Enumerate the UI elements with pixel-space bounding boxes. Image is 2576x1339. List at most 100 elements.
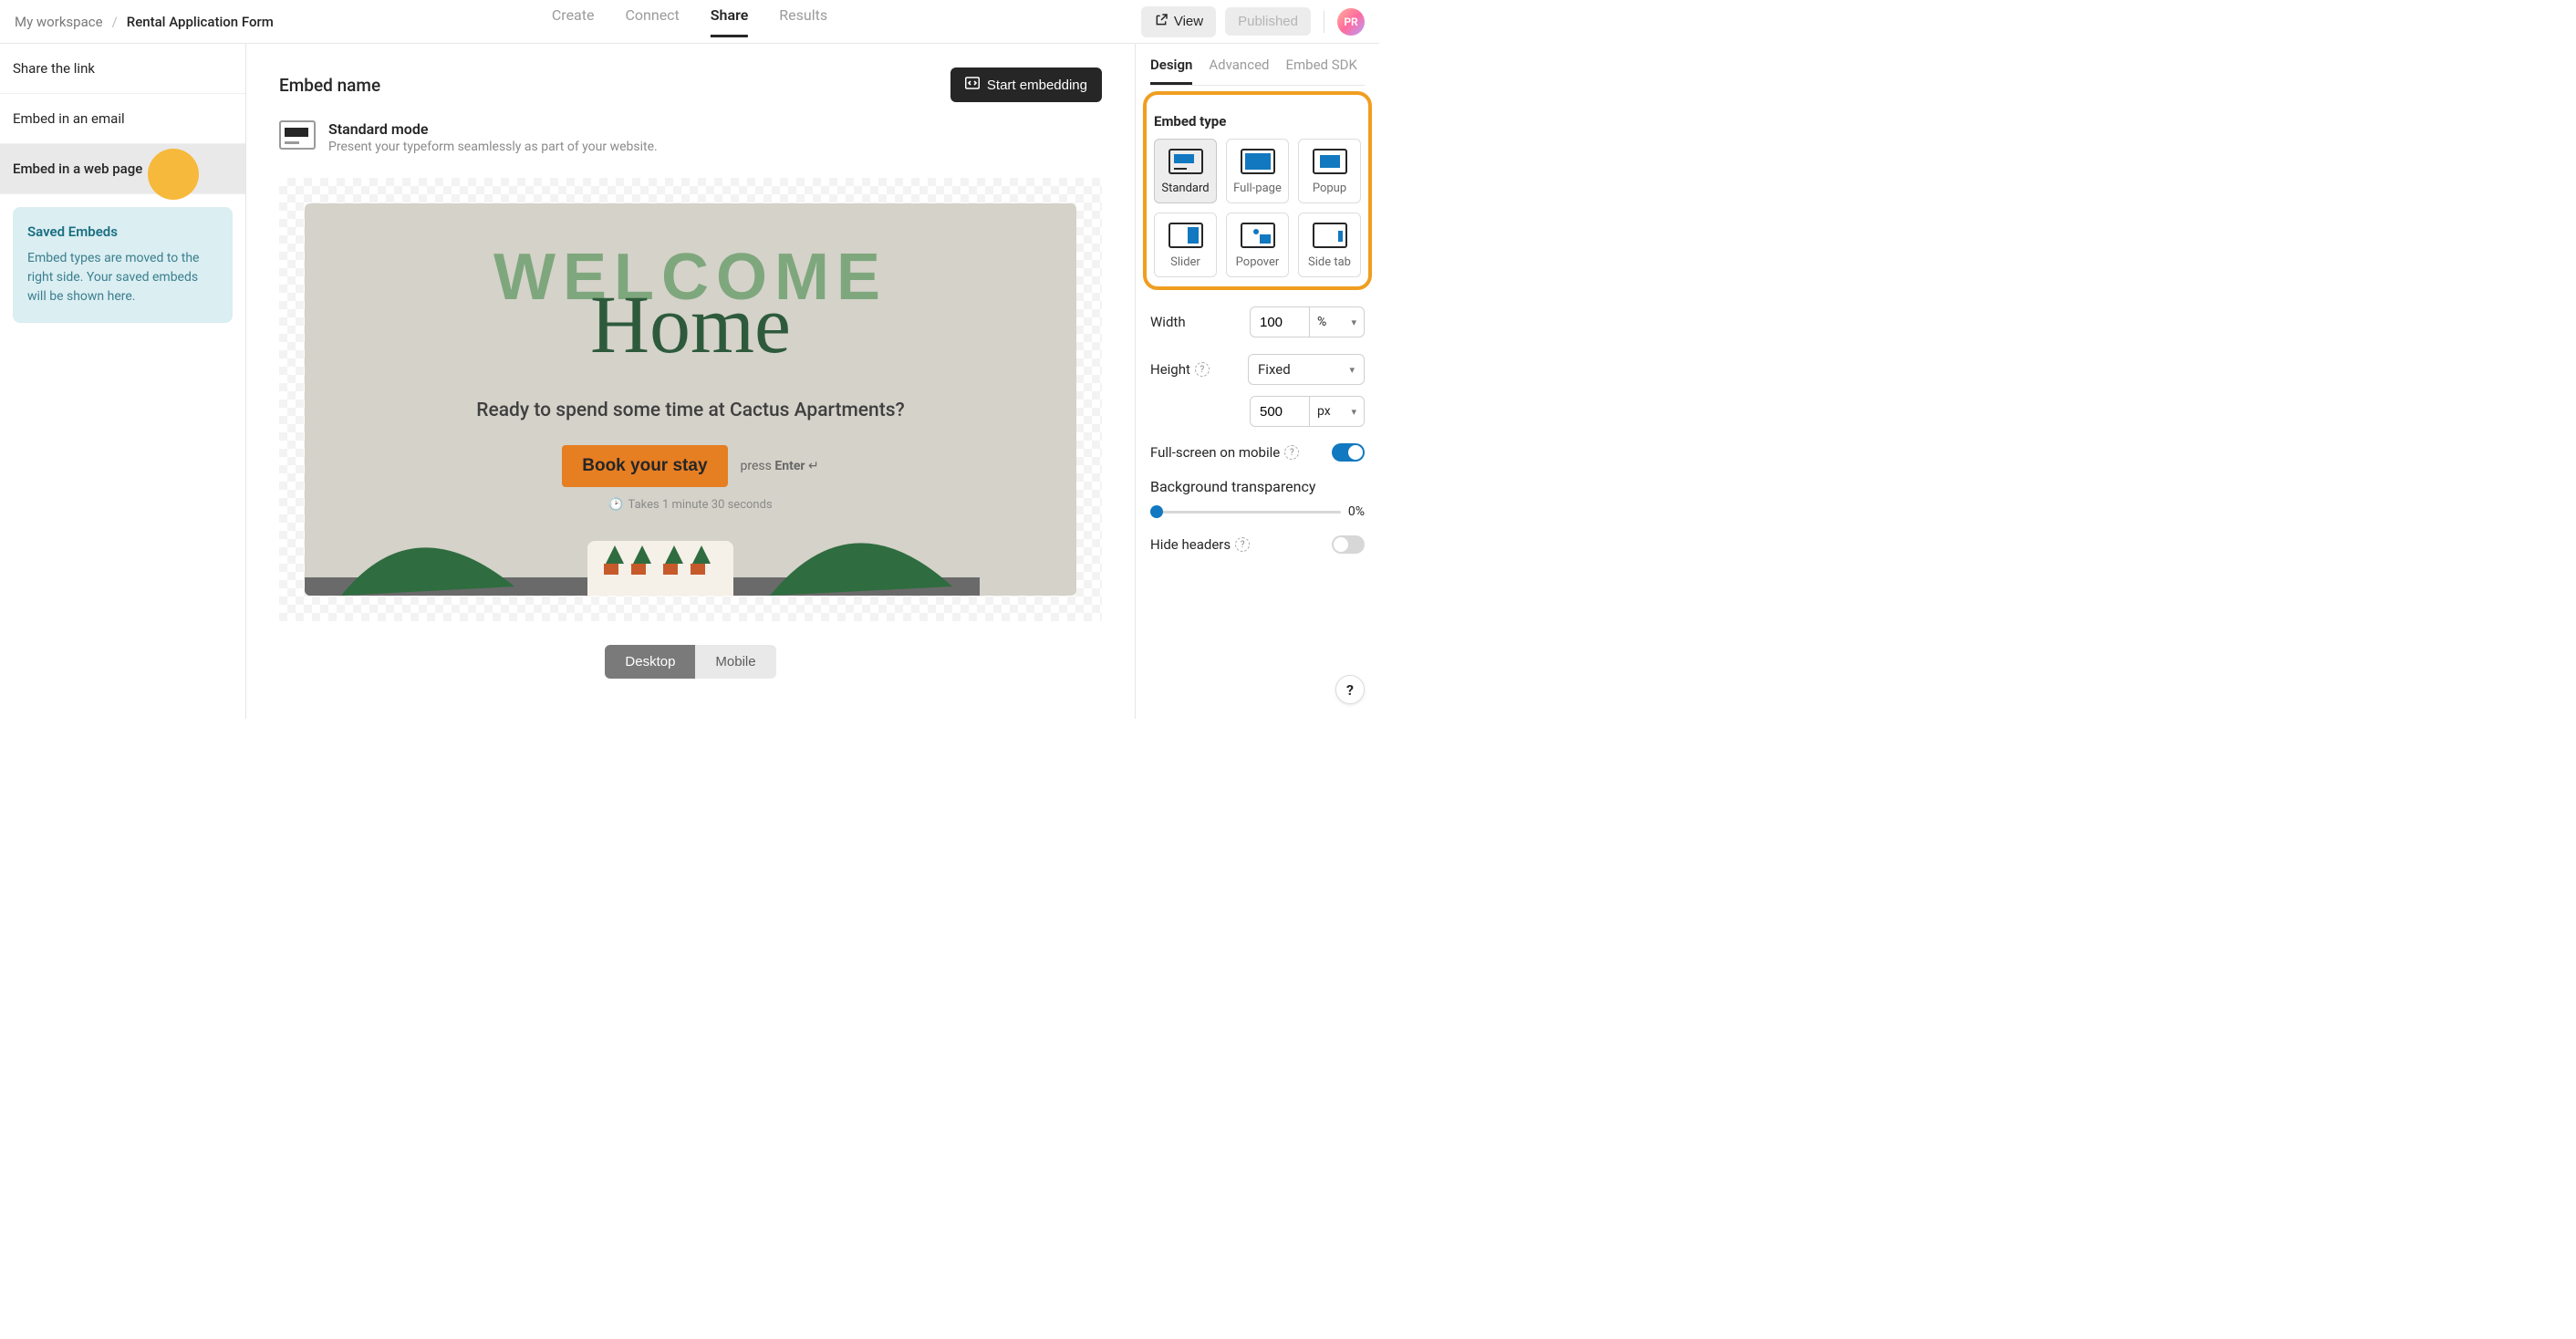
embed-name-heading: Embed name	[279, 75, 380, 96]
standard-mode-icon	[279, 120, 316, 150]
embed-type-standard[interactable]: Standard	[1154, 139, 1217, 203]
fullpage-embed-icon	[1241, 149, 1275, 174]
width-label: Width	[1150, 314, 1186, 330]
press-enter-hint: press Enter ↵	[741, 459, 819, 473]
avatar[interactable]: PR	[1337, 8, 1365, 36]
clock-icon: 🕑	[608, 498, 623, 512]
tab-embed-sdk[interactable]: Embed SDK	[1285, 57, 1356, 85]
embed-type-label: Popup	[1313, 182, 1346, 195]
tab-advanced[interactable]: Advanced	[1209, 57, 1269, 85]
preview-subtitle: Ready to spend some time at Cactus Apart…	[476, 400, 904, 421]
sidebar-item-embed-webpage[interactable]: Embed in a web page	[0, 144, 245, 194]
embed-type-grid: Standard Full-page Popup Slider Popover	[1154, 139, 1361, 277]
height-input[interactable]	[1250, 396, 1310, 427]
popup-embed-icon	[1313, 149, 1347, 174]
bg-transparency-label: Background transparency	[1150, 478, 1315, 495]
mode-info: Standard mode Present your typeform seam…	[328, 120, 658, 154]
tab-design[interactable]: Design	[1150, 57, 1192, 85]
hide-headers-toggle[interactable]	[1332, 535, 1365, 554]
nav-results[interactable]: Results	[779, 6, 827, 37]
embed-type-title: Embed type	[1154, 113, 1361, 130]
nav-share[interactable]: Share	[711, 6, 749, 37]
sidebar-item-share-link[interactable]: Share the link	[0, 44, 245, 94]
fullscreen-mobile-row: Full-screen on mobile ?	[1150, 443, 1365, 462]
center-header: Embed name Start embedding	[279, 67, 1102, 102]
embed-type-sidetab[interactable]: Side tab	[1298, 213, 1361, 277]
height-row: Height ? Fixed▾	[1150, 354, 1365, 385]
mode-title: Standard mode	[328, 120, 658, 138]
standard-embed-icon	[1169, 149, 1203, 174]
embed-type-slider[interactable]: Slider	[1154, 213, 1217, 277]
fullscreen-mobile-label: Full-screen on mobile ?	[1150, 444, 1299, 461]
embed-type-popover[interactable]: Popover	[1226, 213, 1289, 277]
help-fab-button[interactable]: ?	[1335, 675, 1365, 704]
sidebar-item-embed-email[interactable]: Embed in an email	[0, 94, 245, 144]
bg-transparency-slider[interactable]: 0%	[1150, 504, 1365, 519]
device-toggle-group: Desktop Mobile	[605, 645, 775, 679]
desktop-toggle[interactable]: Desktop	[605, 645, 695, 679]
embed-type-label: Slider	[1170, 255, 1200, 269]
height-label: Height ?	[1150, 361, 1210, 378]
right-panel: Design Advanced Embed SDK Embed type Sta…	[1135, 44, 1379, 719]
help-icon[interactable]: ?	[1235, 537, 1250, 552]
form-preview: WELCOME Home Ready to spend some time at…	[305, 203, 1076, 596]
help-icon[interactable]: ?	[1195, 362, 1210, 377]
mobile-toggle[interactable]: Mobile	[695, 645, 775, 679]
book-your-stay-button[interactable]: Book your stay	[562, 445, 727, 487]
preview-illustration	[305, 477, 980, 596]
width-input-group: %▾	[1250, 306, 1365, 337]
view-button-label: View	[1174, 14, 1203, 29]
hide-headers-row: Hide headers ?	[1150, 535, 1365, 554]
embed-type-popup[interactable]: Popup	[1298, 139, 1361, 203]
view-button[interactable]: View	[1141, 6, 1216, 37]
chevron-down-icon: ▾	[1351, 406, 1356, 418]
saved-embeds-card: Saved Embeds Embed types are moved to th…	[13, 207, 233, 323]
mode-description: Present your typeform seamlessly as part…	[328, 140, 658, 154]
form-title[interactable]: Rental Application Form	[127, 14, 274, 30]
height-input-group: px▾	[1250, 396, 1365, 427]
external-link-icon	[1154, 13, 1169, 31]
embed-type-fullpage[interactable]: Full-page	[1226, 139, 1289, 203]
fullscreen-mobile-toggle[interactable]	[1332, 443, 1365, 462]
slider-embed-icon	[1169, 223, 1203, 248]
info-card-title: Saved Embeds	[27, 223, 218, 240]
height-mode-select[interactable]: Fixed▾	[1248, 354, 1365, 385]
height-unit-select[interactable]: px▾	[1310, 396, 1365, 427]
workspace-link[interactable]: My workspace	[15, 14, 103, 30]
device-toggle: Desktop Mobile	[279, 645, 1102, 679]
start-embedding-label: Start embedding	[987, 78, 1087, 93]
popover-embed-icon	[1241, 223, 1275, 248]
left-sidebar: Share the link Embed in an email Embed i…	[0, 44, 246, 719]
nav-connect[interactable]: Connect	[625, 6, 679, 37]
preview-container: WELCOME Home Ready to spend some time at…	[279, 178, 1102, 621]
highlight-marker-icon	[148, 149, 199, 200]
width-input[interactable]	[1250, 306, 1310, 337]
embed-type-label: Side tab	[1308, 255, 1351, 269]
width-unit-select[interactable]: %▾	[1310, 306, 1365, 337]
main-content: Embed name Start embedding Standard mode…	[246, 44, 1135, 719]
embed-type-label: Popover	[1236, 255, 1280, 269]
help-icon[interactable]: ?	[1284, 445, 1299, 460]
breadcrumb: My workspace / Rental Application Form	[15, 14, 274, 30]
breadcrumb-separator: /	[112, 14, 118, 30]
preview-duration: 🕑 Takes 1 minute 30 seconds	[608, 498, 772, 512]
embed-type-highlight: Embed type Standard Full-page Popup Slid…	[1143, 91, 1372, 290]
height-value-row: px▾	[1150, 396, 1365, 427]
preview-cta-row: Book your stay press Enter ↵	[562, 445, 818, 487]
topbar-right: View Published PR	[1141, 6, 1365, 37]
nav-create[interactable]: Create	[552, 6, 595, 37]
slider-thumb[interactable]	[1150, 505, 1163, 518]
start-embedding-button[interactable]: Start embedding	[950, 67, 1102, 102]
sidetab-embed-icon	[1313, 223, 1347, 248]
code-icon	[965, 77, 980, 93]
mode-row: Standard mode Present your typeform seam…	[279, 120, 1102, 154]
published-button: Published	[1225, 7, 1311, 36]
preview-home-text: Home	[590, 278, 791, 372]
bg-transparency-value: 0%	[1348, 504, 1365, 519]
hide-headers-label: Hide headers ?	[1150, 536, 1250, 553]
top-nav: Create Connect Share Results	[552, 6, 827, 37]
embed-type-label: Standard	[1161, 182, 1209, 195]
topbar: My workspace / Rental Application Form C…	[0, 0, 1379, 44]
sidebar-item-label: Embed in a web page	[13, 161, 142, 177]
embed-type-label: Full-page	[1233, 182, 1282, 195]
